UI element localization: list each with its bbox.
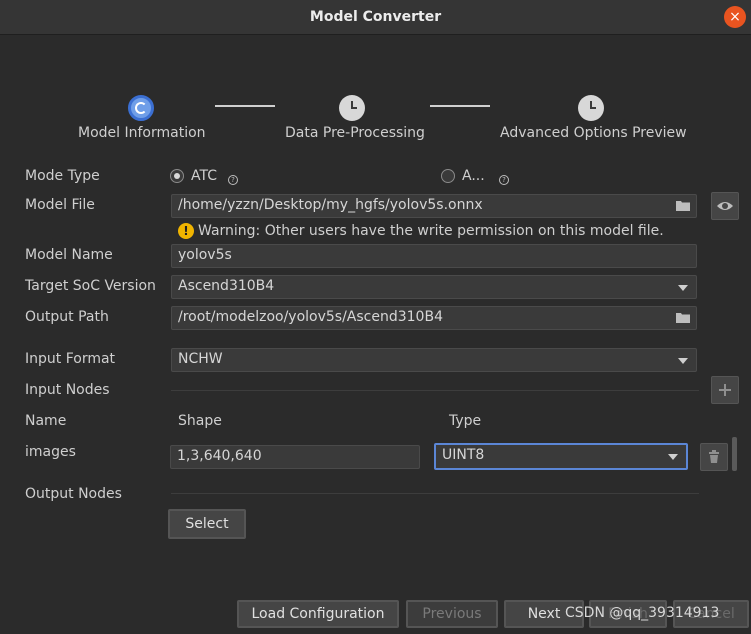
title-bar: Model Converter × [0,0,751,35]
input-node-name: images [25,444,76,460]
atc-radio-label[interactable]: ATC [191,168,217,184]
input-format-value: NCHW [178,351,223,367]
close-icon[interactable]: × [724,6,746,28]
step-advanced-options: Advanced Options Preview [500,125,687,141]
shape-column-header: Shape [178,413,222,429]
alt-mode-radio-label[interactable]: A... [462,168,485,184]
window-title: Model Converter [309,9,442,25]
previous-button[interactable]: Previous [406,600,498,628]
input-node-shape-field[interactable]: 1,3,640,640 [170,445,420,469]
divider [171,390,699,391]
chevron-down-icon [678,285,688,291]
input-node-type-value: UINT8 [442,447,485,463]
plus-icon [719,384,731,396]
load-configuration-button[interactable]: Load Configuration [237,600,399,628]
watermark: CSDN @qq_39314913 [565,605,720,621]
step-model-information: Model Information [78,125,206,141]
divider [171,493,699,494]
chevron-down-icon [678,358,688,364]
target-soc-label: Target SoC Version [25,278,156,294]
select-output-nodes-button[interactable]: Select [168,509,246,539]
output-path-field[interactable]: /root/modelzoo/yolov5s/Ascend310B4 [171,306,697,330]
alt-mode-radio[interactable] [441,169,455,183]
input-node-type-select[interactable]: UINT8 [434,443,688,470]
input-nodes-label: Input Nodes [25,382,110,398]
warning-icon: ! [178,223,194,239]
output-path-label: Output Path [25,309,109,325]
step-connector [430,105,490,107]
atc-radio[interactable] [170,169,184,183]
help-icon[interactable]: ? [228,175,238,185]
input-format-label: Input Format [25,351,116,367]
clock-icon [339,95,365,121]
chevron-down-icon [668,454,678,460]
output-path-value: /root/modelzoo/yolov5s/Ascend310B4 [178,309,443,325]
target-soc-select[interactable]: Ascend310B4 [171,275,697,299]
view-model-button[interactable] [711,192,739,220]
help-icon[interactable]: ? [499,175,509,185]
dialog-content: Model Information Data Pre-Processing Ad… [0,35,751,634]
type-column-header: Type [449,413,482,429]
loading-icon [128,95,154,121]
output-nodes-label: Output Nodes [25,486,122,502]
name-column-header: Name [25,413,67,429]
target-soc-value: Ascend310B4 [178,278,275,294]
mode-type-label: Mode Type [25,168,100,184]
step-data-preprocessing: Data Pre-Processing [285,125,425,141]
trash-icon [709,450,719,463]
model-file-value: /home/yzzn/Desktop/my_hgfs/yolov5s.onnx [178,197,483,213]
model-file-field[interactable]: /home/yzzn/Desktop/my_hgfs/yolov5s.onnx [171,194,697,218]
scrollbar-thumb[interactable] [732,437,737,471]
model-file-label: Model File [25,197,95,213]
input-format-select[interactable]: NCHW [171,348,697,372]
model-name-field[interactable]: yolov5s [171,244,697,268]
folder-icon[interactable] [676,200,690,211]
eye-icon [717,202,733,210]
folder-icon[interactable] [676,312,690,323]
model-name-label: Model Name [25,247,113,263]
clock-icon [578,95,604,121]
step-connector [215,105,275,107]
delete-input-node-button[interactable] [700,443,728,471]
input-node-shape-value: 1,3,640,640 [177,448,262,464]
model-name-value: yolov5s [178,247,232,263]
model-file-warning: Warning: Other users have the write perm… [198,223,664,239]
add-input-node-button[interactable] [711,376,739,404]
